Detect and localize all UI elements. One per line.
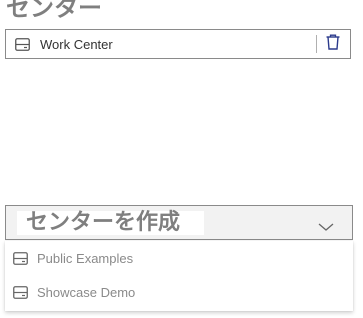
option-label: Showcase Demo (37, 284, 136, 300)
center-item-label: Work Center (40, 36, 113, 52)
server-icon (12, 250, 28, 266)
center-settings-panel: センター Work Center センターを作成 Public Examples… (0, 0, 363, 318)
create-center-label: センターを作成 (17, 210, 205, 235)
center-item-work-center[interactable]: Work Center (5, 29, 351, 59)
trash-icon (326, 34, 340, 54)
delete-center-button[interactable] (324, 34, 342, 54)
option-showcase-demo[interactable]: Showcase Demo (5, 275, 353, 309)
divider (316, 35, 317, 53)
chevron-down-icon (318, 217, 334, 231)
option-public-examples[interactable]: Public Examples (5, 241, 353, 275)
center-options-list: Public Examples Showcase Demo (5, 241, 353, 311)
create-center-dropdown[interactable]: センターを作成 (5, 205, 353, 240)
server-icon (12, 284, 28, 300)
server-icon (14, 36, 30, 52)
section-heading: センター (6, 0, 102, 22)
option-label: Public Examples (37, 250, 134, 266)
